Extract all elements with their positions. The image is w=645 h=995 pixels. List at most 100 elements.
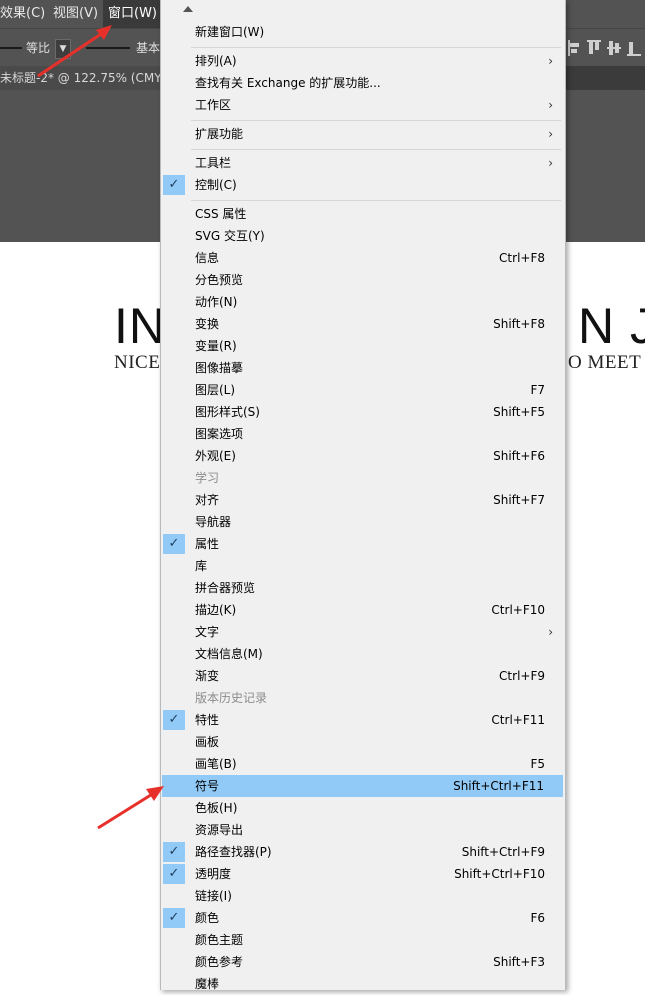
menu-item-shortcut: Shift+Ctrl+F9 <box>461 845 545 859</box>
chevron-right-icon: › <box>548 156 553 170</box>
chevron-right-icon: › <box>548 625 553 639</box>
menu-item-shortcut: F6 <box>530 911 545 925</box>
menu-item-label: 拼合器预览 <box>195 581 256 595</box>
menu-item-attributes[interactable]: ✓ 特性 Ctrl+F11 <box>161 709 565 731</box>
artboard-subtitle-left: NICE <box>114 352 161 373</box>
menu-item-label: 路径查找器(P) <box>195 845 272 859</box>
menu-item-label: 透明度 <box>195 867 232 881</box>
menu-item-extensions[interactable]: 扩展功能 › <box>161 123 565 145</box>
menu-item-label: 学习 <box>195 471 220 485</box>
menu-item-type[interactable]: 文字 › <box>161 621 565 643</box>
menu-item-stroke[interactable]: 描边(K) Ctrl+F10 <box>161 599 565 621</box>
menu-item-label: 图像描摹 <box>195 361 244 375</box>
chevron-right-icon: › <box>548 127 553 141</box>
menu-item-color-themes[interactable]: 颜色主题 <box>161 929 565 951</box>
scroll-up-arrow-icon[interactable] <box>183 6 193 12</box>
artboard-title-left: IN <box>114 298 166 354</box>
menu-item-arrange[interactable]: 排列(A) › <box>161 50 565 72</box>
menu-item-label: 库 <box>195 559 208 573</box>
menu-separator <box>191 149 561 150</box>
menu-item-transparency[interactable]: ✓ 透明度 Shift+Ctrl+F10 <box>161 863 565 885</box>
window-dropdown-menu: 新建窗口(W) 排列(A) › 查找有关 Exchange 的扩展功能... 工作… <box>160 0 566 991</box>
menu-item-transform[interactable]: 变换 Shift+F8 <box>161 313 565 335</box>
menu-item-separations-preview[interactable]: 分色预览 <box>161 269 565 291</box>
document-tab[interactable]: 未标题-2* @ 122.75% (CMYK <box>0 66 176 90</box>
menu-item-label: 变量(R) <box>195 339 237 353</box>
menu-item-label: 属性 <box>195 537 220 551</box>
menu-item-label: 新建窗口(W) <box>195 25 265 39</box>
menu-item-label: 对齐 <box>195 493 220 507</box>
menu-item-shortcut: F7 <box>530 383 545 397</box>
menu-item-info[interactable]: 信息 Ctrl+F8 <box>161 247 565 269</box>
align-icons <box>567 39 645 57</box>
menu-item-label: 资源导出 <box>195 823 244 837</box>
ratio-label[interactable]: 等比 <box>26 41 50 55</box>
menu-item-links[interactable]: 链接(I) <box>161 885 565 907</box>
menu-item-pathfinder[interactable]: ✓ 路径查找器(P) Shift+Ctrl+F9 <box>161 841 565 863</box>
menu-item-control[interactable]: ✓ 控制(C) <box>161 174 565 196</box>
menu-item-layers[interactable]: 图层(L) F7 <box>161 379 565 401</box>
menu-item-symbols[interactable]: 符号 Shift+Ctrl+F11 <box>162 775 563 797</box>
menu-item-toolbars[interactable]: 工具栏 › <box>161 152 565 174</box>
checkmark-icon: ✓ <box>163 908 185 928</box>
menu-item-label: 图案选项 <box>195 427 244 441</box>
menu-item-label: 图层(L) <box>195 383 236 397</box>
menu-item-gradient[interactable]: 渐变 Ctrl+F9 <box>161 665 565 687</box>
menu-item-brushes[interactable]: 画笔(B) F5 <box>161 753 565 775</box>
align-vertical-center-icon[interactable] <box>607 39 621 57</box>
menu-item-pattern-options[interactable]: 图案选项 <box>161 423 565 445</box>
menu-item-swatches[interactable]: 色板(H) <box>161 797 565 819</box>
menu-item-flattener-preview[interactable]: 拼合器预览 <box>161 577 565 599</box>
menu-item-label: 排列(A) <box>195 54 237 68</box>
menu-item-navigator[interactable]: 导航器 <box>161 511 565 533</box>
menu-item-svg-interactivity[interactable]: SVG 交互(Y) <box>161 225 565 247</box>
align-bottom-icon[interactable] <box>627 39 641 57</box>
menu-item-find-extensions[interactable]: 查找有关 Exchange 的扩展功能... <box>161 72 565 94</box>
menu-item-shortcut: Shift+F3 <box>493 955 545 969</box>
chevron-down-icon[interactable]: ▼ <box>55 39 71 59</box>
menu-item-label: 颜色主题 <box>195 933 244 947</box>
menu-item-css-properties[interactable]: CSS 属性 <box>161 203 565 225</box>
profile-label[interactable]: 基本 <box>136 41 160 55</box>
menu-item-label: 文字 <box>195 625 220 639</box>
menu-item-label: 描边(K) <box>195 603 237 617</box>
menu-item-color-guide[interactable]: 颜色参考 Shift+F3 <box>161 951 565 973</box>
menu-item-shortcut: Shift+F8 <box>493 317 545 331</box>
menu-item-label: 变换 <box>195 317 220 331</box>
menu-item-label: 信息 <box>195 251 220 265</box>
menu-view[interactable]: 视图(V) <box>53 0 98 28</box>
menu-item-shortcut: Ctrl+F8 <box>499 251 545 265</box>
menu-item-appearance[interactable]: 外观(E) Shift+F6 <box>161 445 565 467</box>
menu-item-artboards[interactable]: 画板 <box>161 731 565 753</box>
menu-item-label: 画板 <box>195 735 220 749</box>
menu-item-learn: 学习 <box>161 467 565 489</box>
menu-item-asset-export[interactable]: 资源导出 <box>161 819 565 841</box>
menu-item-new-window[interactable]: 新建窗口(W) <box>161 21 565 43</box>
menu-item-color[interactable]: ✓ 颜色 F6 <box>161 907 565 929</box>
menu-item-label: CSS 属性 <box>195 207 247 221</box>
chevron-right-icon: › <box>548 98 553 112</box>
menu-item-variables[interactable]: 变量(R) <box>161 335 565 357</box>
menu-item-label: 文档信息(M) <box>195 647 263 661</box>
menu-item-graphic-styles[interactable]: 图形样式(S) Shift+F5 <box>161 401 565 423</box>
menu-window[interactable]: 窗口(W) <box>103 0 162 28</box>
menu-item-magic-wand[interactable]: 魔棒 <box>161 973 565 995</box>
menu-item-label: 画笔(B) <box>195 757 237 771</box>
menu-item-label: 符号 <box>195 779 220 793</box>
menu-item-libraries[interactable]: 库 <box>161 555 565 577</box>
menu-item-image-trace[interactable]: 图像描摹 <box>161 357 565 379</box>
align-top-icon[interactable] <box>587 39 601 57</box>
align-left-icon[interactable] <box>567 39 581 57</box>
menu-item-label: 特性 <box>195 713 220 727</box>
menu-effect[interactable]: 效果(C) <box>0 0 45 28</box>
menu-separator <box>191 47 561 48</box>
menu-item-label: 动作(N) <box>195 295 238 309</box>
menu-item-document-info[interactable]: 文档信息(M) <box>161 643 565 665</box>
menu-item-actions[interactable]: 动作(N) <box>161 291 565 313</box>
menu-item-label: 工具栏 <box>195 156 232 170</box>
menu-item-label: 控制(C) <box>195 178 237 192</box>
menu-item-workspace[interactable]: 工作区 › <box>161 94 565 116</box>
menu-item-properties[interactable]: ✓ 属性 <box>161 533 565 555</box>
menu-item-label: 色板(H) <box>195 801 238 815</box>
menu-item-align[interactable]: 对齐 Shift+F7 <box>161 489 565 511</box>
